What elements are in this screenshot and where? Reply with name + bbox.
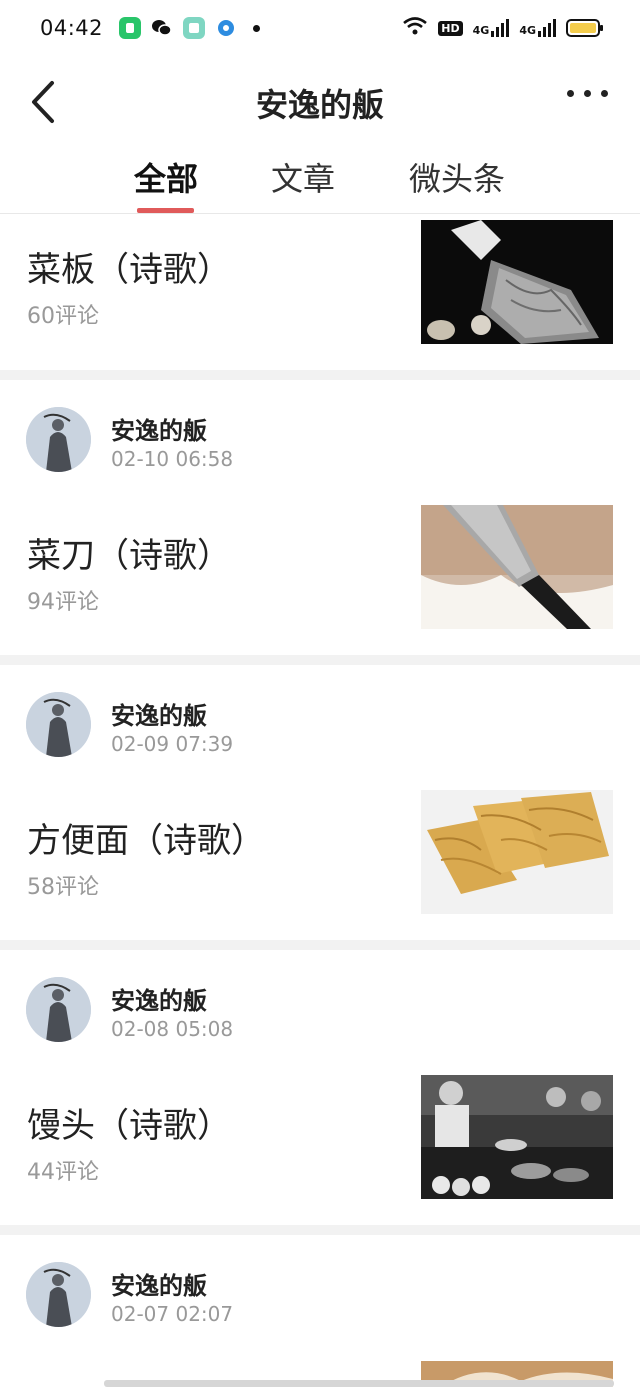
comment-count: 60评论 [27, 304, 99, 329]
avatar[interactable] [26, 1262, 91, 1327]
tab-micro-posts[interactable]: 微头条 [409, 154, 505, 200]
knife-photo-image [421, 505, 613, 629]
feed-item[interactable]: 菜板（诗歌） 60评论 [0, 214, 640, 370]
avatar[interactable] [26, 977, 91, 1042]
article-thumbnail[interactable] [421, 790, 613, 914]
feed-item[interactable]: 安逸的舨 02-10 06:58 菜刀（诗歌） 94评论 [0, 380, 640, 655]
author-avatar-image [26, 1262, 91, 1327]
wechat-icon [151, 17, 174, 39]
content-tabs: 全部 文章 微头条 [0, 146, 640, 214]
post-date: 02-09 07:39 [111, 732, 234, 756]
comment-count: 58评论 [27, 875, 99, 900]
status-bar: 04:42 HD 4G 4G [0, 0, 640, 56]
signal-icon: 4G [473, 19, 510, 37]
wifi-icon [402, 16, 428, 40]
author-name[interactable]: 安逸的舨 [111, 1266, 207, 1301]
tab-articles[interactable]: 文章 [271, 154, 335, 200]
tab-all[interactable]: 全部 [134, 154, 198, 200]
article-title[interactable]: 菜板（诗歌） [27, 242, 231, 291]
author-avatar-image [26, 692, 91, 757]
feed-item[interactable]: 安逸的舨 02-07 02:07 [0, 1235, 640, 1387]
avatar[interactable] [26, 692, 91, 757]
comment-count: 94评论 [27, 590, 99, 615]
top-app-bar: 安逸的舨 [0, 56, 640, 146]
hd-voice-icon: HD [438, 20, 463, 36]
page-title: 安逸的舨 [255, 86, 384, 124]
scroll-indicator [104, 1380, 614, 1387]
browser-app-icon [215, 17, 238, 39]
feed-item[interactable]: 安逸的舨 02-09 07:39 方便面（诗歌） 58评论 [0, 665, 640, 940]
article-title[interactable]: 菜刀（诗歌） [27, 528, 231, 577]
network-type-label: 4G [472, 24, 490, 37]
author-name[interactable]: 安逸的舨 [111, 411, 207, 446]
clock: 04:42 [40, 16, 104, 40]
more-notifications-dot [253, 24, 261, 32]
author-name[interactable]: 安逸的舨 [111, 696, 207, 731]
feed-item[interactable]: 安逸的舨 02-08 05:08 馒头（诗歌） 44评论 [0, 950, 640, 1225]
article-thumbnail[interactable] [421, 1075, 613, 1199]
notes-app-icon [183, 17, 206, 39]
article-thumbnail[interactable] [421, 220, 613, 344]
more-dot-icon [584, 90, 591, 97]
article-thumbnail[interactable] [421, 505, 613, 629]
post-date: 02-07 02:07 [111, 1302, 234, 1326]
avatar[interactable] [26, 407, 91, 472]
article-title[interactable]: 方便面（诗歌） [27, 813, 265, 862]
author-name[interactable]: 安逸的舨 [111, 981, 207, 1016]
battery-icon [566, 19, 603, 37]
buns-photo-image [421, 1075, 613, 1199]
app-notification-icon [119, 17, 142, 39]
post-date: 02-08 05:08 [111, 1017, 234, 1041]
comment-count: 44评论 [27, 1160, 99, 1185]
signal-icon-2: 4G [519, 19, 556, 37]
active-tab-indicator [137, 208, 194, 213]
more-dot-icon [601, 90, 608, 97]
network-type-label-2: 4G [519, 24, 536, 37]
article-title[interactable]: 馒头（诗歌） [27, 1098, 231, 1147]
more-dot-icon [567, 90, 574, 97]
noodles-photo-image [421, 790, 613, 914]
author-avatar-image [26, 407, 91, 472]
cleaver-photo-image [421, 220, 613, 344]
more-options-button[interactable] [567, 90, 608, 97]
post-date: 02-10 06:58 [111, 447, 234, 471]
author-avatar-image [26, 977, 91, 1042]
